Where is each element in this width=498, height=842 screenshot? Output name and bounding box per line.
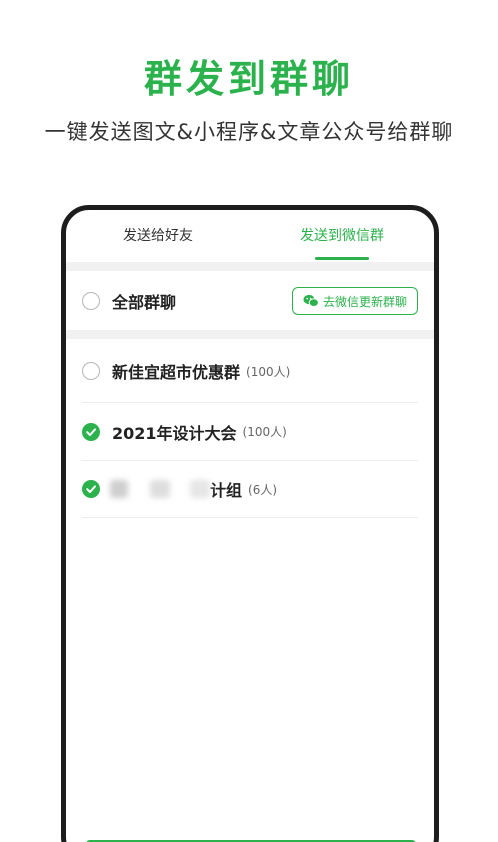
phone-frame: 发送给好友 发送到微信群 全部群聊 去微信更新群聊 新佳宜超市优惠群 (100人… [61, 205, 439, 842]
group-row[interactable]: 2021年设计大会 (100人) [82, 402, 418, 460]
group-row[interactable]: 新佳宜超市优惠群 (100人) [82, 342, 418, 400]
tab-send-to-friends[interactable]: 发送给好友 [66, 210, 250, 262]
group-name: 2021年设计大会 [112, 423, 237, 443]
tab-bar: 发送给好友 发送到微信群 [66, 210, 434, 262]
wechat-icon [303, 294, 319, 308]
promo-headline: 群发到群聊 [143, 57, 354, 101]
group-member-count: (100人) [242, 425, 287, 439]
update-groups-label: 去微信更新群聊 [322, 294, 407, 309]
group-member-count: (100人) [246, 364, 291, 379]
tab-send-to-groups[interactable]: 发送到微信群 [250, 210, 434, 262]
radio-unchecked-icon[interactable] [82, 362, 100, 380]
group-name: 计组 [210, 481, 243, 500]
radio-unchecked-icon[interactable] [82, 292, 100, 310]
blurred-name-mask [110, 480, 210, 498]
checkmark-icon [86, 427, 96, 436]
select-all-row[interactable]: 全部群聊 去微信更新群聊 [82, 272, 418, 330]
update-groups-button[interactable]: 去微信更新群聊 [291, 287, 418, 315]
radio-checked-icon[interactable] [82, 480, 100, 498]
radio-checked-icon[interactable] [82, 422, 100, 441]
select-all-label: 全部群聊 [112, 293, 177, 312]
group-row[interactable]: 计组 (6人) [82, 460, 418, 518]
group-member-count: (6人) [248, 482, 278, 497]
section-divider [66, 330, 434, 339]
checkmark-icon [86, 485, 96, 493]
promo-subline: 一键发送图文&小程序&文章公众号给群聊 [44, 120, 454, 144]
group-name: 新佳宜超市优惠群 [112, 363, 241, 382]
section-divider [66, 262, 434, 271]
